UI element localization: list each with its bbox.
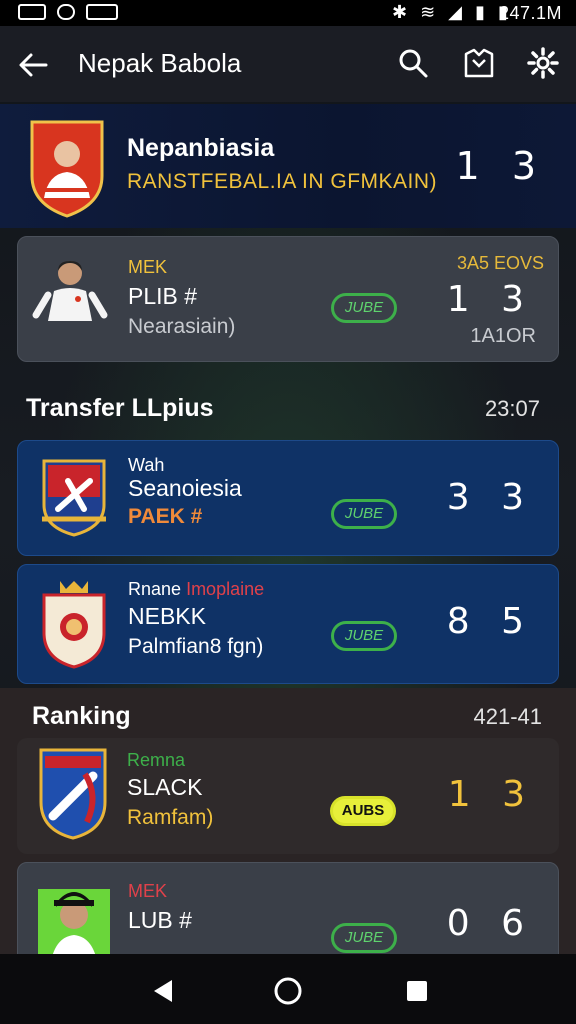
item-tag: MEK: [128, 881, 168, 901]
item-sub: Ramfam): [127, 806, 214, 829]
gear-icon[interactable]: [526, 46, 560, 80]
item-name: Seanoiesia: [128, 475, 242, 501]
list-item[interactable]: Rnane Imoplaine NEBKK Palmfian8 fgn) JUB…: [17, 564, 559, 684]
home-nav-icon[interactable]: [271, 974, 305, 1008]
notification-icon: [86, 4, 118, 20]
list-item[interactable]: Remna SLACK Ramfam) AUBS 1 3: [17, 738, 559, 854]
search-icon[interactable]: [396, 46, 430, 80]
player-name: PLIB #: [128, 283, 198, 309]
item-score: 1 3: [447, 774, 535, 815]
signal-icons: ✱ ≋ ◢ ▮ ▮: [392, 2, 512, 22]
item-score: 8 5: [446, 601, 534, 642]
back-arrow-icon[interactable]: [16, 48, 50, 82]
club-crest-icon: [39, 748, 107, 840]
item-score: 3 3: [446, 477, 534, 518]
item-sub: PAEK #: [128, 505, 203, 528]
player-tag: MEK: [128, 257, 168, 277]
kit-icon[interactable]: [462, 46, 496, 80]
page-title: Nepak Babola: [78, 48, 242, 78]
section-title-ranking: Ranking: [32, 702, 131, 730]
player-card[interactable]: MEK PLIB # Nearasiain) JUBE 3A5 EOVS 1 3…: [17, 236, 559, 362]
system-nav-bar: [0, 954, 576, 1024]
item-tag: Rnane Imoplaine: [128, 579, 265, 599]
team-name: Nepanbiasia: [127, 134, 275, 162]
item-name: SLACK: [127, 774, 203, 800]
item-name: NEBKK: [128, 603, 206, 629]
status-pill[interactable]: AUBS: [330, 796, 396, 826]
app-bar: Nepak Babola: [0, 26, 576, 102]
item-score: 0 6: [446, 903, 534, 944]
match-header[interactable]: Nepanbiasia RANSTFEBAL.IA IN GFMKAIN) 1 …: [0, 104, 576, 228]
club-crest-icon: [30, 120, 104, 218]
notification-icon: [57, 4, 75, 20]
club-crest-icon: [42, 581, 106, 669]
player-avatar: [32, 261, 108, 321]
status-bar: ✱ ≋ ◢ ▮ ▮ 247.1M: [0, 0, 576, 26]
match-score: 1 3: [455, 144, 546, 188]
status-pill[interactable]: JUBE: [331, 621, 397, 651]
status-pill[interactable]: JUBE: [331, 923, 397, 953]
item-tag: Wah: [128, 455, 165, 475]
player-sub: Nearasiain): [128, 315, 236, 338]
back-nav-icon[interactable]: [146, 974, 180, 1008]
section-count: 421-41: [473, 704, 542, 729]
item-name: LUB #: [128, 907, 192, 933]
recents-nav-icon[interactable]: [400, 974, 434, 1008]
score-detail: 1A1OR: [470, 325, 536, 347]
score-label: 3A5 EOVS: [456, 253, 544, 273]
player-score: 1 3: [446, 279, 534, 320]
notification-icon: [18, 4, 46, 20]
status-pill[interactable]: JUBE: [331, 499, 397, 529]
item-sub: Palmfian8 fgn): [128, 635, 264, 658]
club-crest-icon: [42, 459, 106, 537]
section-time: 23:07: [484, 396, 540, 421]
list-item[interactable]: Wah Seanoiesia PAEK # JUBE 3 3: [17, 440, 559, 556]
team-subtitle: RANSTFEBAL.IA IN GFMKAIN): [127, 170, 438, 193]
status-pill[interactable]: JUBE: [331, 293, 397, 323]
status-time: 247.1M: [498, 3, 562, 23]
item-tag: Remna: [127, 750, 186, 770]
section-title-transfers: Transfer LLpius: [26, 394, 214, 422]
